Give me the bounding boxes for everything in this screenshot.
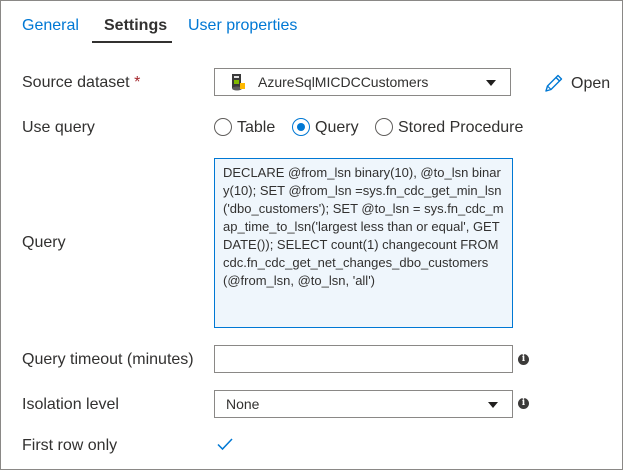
pencil-icon bbox=[545, 74, 563, 92]
radio-stored-procedure-label: Stored Procedure bbox=[398, 119, 524, 136]
isolation-level-dropdown[interactable]: None bbox=[214, 390, 513, 418]
first-row-only-label: First row only bbox=[22, 437, 118, 454]
sql-dataset-icon bbox=[232, 74, 245, 91]
tab-general[interactable]: General bbox=[22, 16, 79, 36]
radio-query-circle bbox=[292, 118, 310, 136]
query-timeout-label: Query timeout (minutes) bbox=[22, 351, 194, 368]
radio-table-label: Table bbox=[237, 119, 276, 136]
info-icon[interactable]: i bbox=[518, 398, 529, 409]
tab-user-properties[interactable]: User properties bbox=[188, 16, 297, 36]
query-timeout-input[interactable] bbox=[214, 345, 513, 373]
tab-settings[interactable]: Settings bbox=[104, 16, 167, 36]
tab-bar: General Settings User properties bbox=[0, 0, 621, 44]
query-label: Query bbox=[22, 234, 66, 251]
isolation-level-label: Isolation level bbox=[22, 396, 119, 413]
source-dataset-label-text: Source dataset bbox=[22, 74, 130, 91]
source-dataset-dropdown[interactable]: AzureSqlMICDCCustomers bbox=[214, 68, 511, 96]
isolation-level-value: None bbox=[226, 396, 260, 412]
radio-table-circle bbox=[214, 118, 232, 136]
radio-selected-dot bbox=[297, 123, 305, 131]
source-dataset-label: Source dataset * bbox=[22, 73, 140, 93]
chevron-down-icon bbox=[488, 402, 498, 408]
source-dataset-value: AzureSqlMICDCCustomers bbox=[258, 74, 429, 90]
required-marker: * bbox=[134, 74, 141, 91]
first-row-only-checkbox[interactable] bbox=[216, 435, 234, 453]
query-editor[interactable]: DECLARE @from_lsn binary(10), @to_lsn bi… bbox=[214, 158, 513, 328]
chevron-down-icon bbox=[486, 80, 496, 86]
use-query-label: Use query bbox=[22, 119, 95, 136]
radio-stored-procedure-circle bbox=[375, 118, 393, 136]
active-tab-indicator bbox=[92, 41, 172, 43]
info-icon[interactable]: i bbox=[518, 354, 529, 365]
checkmark-icon bbox=[217, 438, 233, 451]
radio-query-label: Query bbox=[315, 119, 359, 136]
open-label: Open bbox=[571, 75, 611, 92]
